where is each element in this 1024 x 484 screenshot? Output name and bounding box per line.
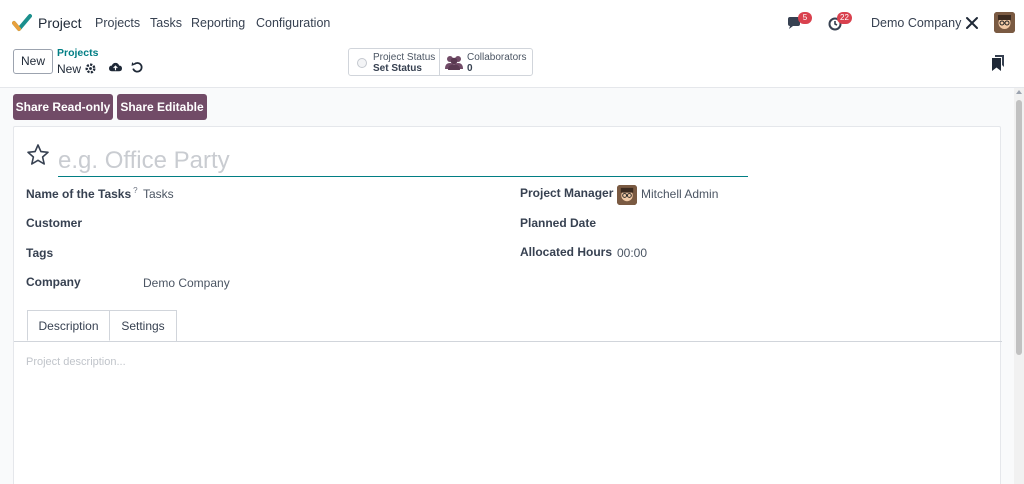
tab-description[interactable]: Description [27,310,110,341]
project-status-button[interactable]: Project Status Set Status [349,49,439,75]
name-of-tasks-label-text: Name of the Tasks [26,187,132,201]
tags-label: Tags [26,246,54,260]
top-navbar: Project Projects Tasks Reporting Configu… [0,5,1024,41]
undo-icon[interactable] [131,61,144,74]
scroll-up-arrow-icon[interactable] [1016,90,1022,94]
company-field[interactable]: Demo Company [143,276,230,290]
customer-field[interactable] [143,216,483,232]
users-icon [445,56,463,70]
control-panel: New Projects New Project Status Set Stat… [0,41,1024,88]
messages-button[interactable]: 5 [786,11,814,35]
cloud-upload-icon[interactable] [109,61,122,74]
status-dot-icon [357,58,367,68]
smart-buttons: Project Status Set Status Collaborators … [348,48,533,76]
help-icon[interactable]: ? [133,186,137,195]
project-status-label: Project Status [373,52,436,63]
tags-field[interactable] [143,246,483,262]
user-avatar[interactable] [994,12,1015,33]
customer-label: Customer [26,216,83,230]
form-view: Share Read-only Share Editable Name of t… [0,88,1014,484]
menu-tasks[interactable]: Tasks [150,16,182,30]
manager-avatar [617,185,637,205]
gear-icon[interactable] [84,62,97,75]
new-button[interactable]: New [13,49,53,74]
planned-date-label: Planned Date [520,216,597,230]
company-switcher[interactable]: Demo Company [871,16,961,30]
allocated-hours-label: Allocated Hours [520,245,613,259]
scroll-thumb[interactable] [1016,100,1022,355]
favorite-star-icon[interactable] [26,143,50,167]
description-editor[interactable]: Project description... [26,356,126,368]
messages-badge: 5 [798,12,812,24]
menu-reporting[interactable]: Reporting [191,16,245,30]
project-status-value: Set Status [373,63,422,74]
collaborators-button[interactable]: Collaborators 0 [440,49,532,75]
bookmark-icon[interactable] [992,55,1004,71]
activities-badge: 22 [837,12,852,24]
tools-icon[interactable] [965,16,979,30]
project-manager-field[interactable]: Mitchell Admin [641,187,718,201]
project-name-input[interactable] [58,145,748,177]
project-manager-label: Project Manager [520,186,614,200]
planned-date-field[interactable] [617,216,917,232]
share-read-only-button[interactable]: Share Read-only [13,94,113,120]
collaborators-label: Collaborators [467,52,527,63]
breadcrumb-projects[interactable]: Projects [57,47,98,59]
menu-projects[interactable]: Projects [95,16,140,30]
scrollbar[interactable] [1014,88,1024,484]
name-of-tasks-field[interactable]: Tasks [143,187,174,201]
menu-configuration[interactable]: Configuration [256,16,330,30]
tab-settings[interactable]: Settings [110,310,177,341]
breadcrumb-current: New [57,62,82,76]
activities-button[interactable]: 22 [827,11,857,35]
project-app-icon[interactable] [12,13,32,33]
form-sheet: Name of the Tasks? Tasks Customer Tags C… [13,126,1002,484]
collaborators-count: 0 [467,63,473,74]
share-editable-button[interactable]: Share Editable [117,94,207,120]
app-name[interactable]: Project [38,15,82,31]
tab-divider [14,341,1002,342]
name-of-tasks-label: Name of the Tasks? [26,186,138,201]
company-label: Company [26,275,81,289]
allocated-hours-field[interactable]: 00:00 [617,246,647,260]
